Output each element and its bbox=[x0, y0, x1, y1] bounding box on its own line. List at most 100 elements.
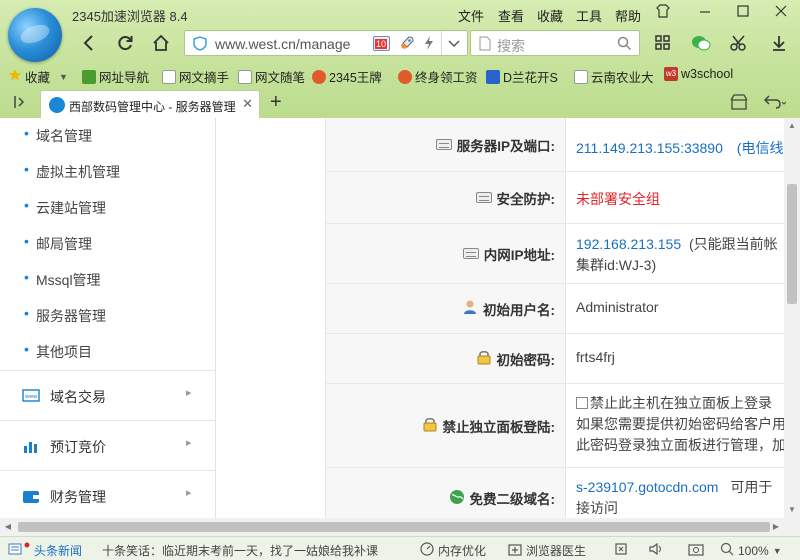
menu-tools[interactable]: 工具 bbox=[576, 6, 602, 25]
memory-optimize-button[interactable]: 内存优化 bbox=[420, 542, 486, 559]
row-label: 内网IP地址: bbox=[483, 247, 555, 263]
wechat-icon[interactable] bbox=[688, 30, 714, 56]
refresh-icon[interactable] bbox=[112, 30, 138, 56]
label-inner: 安全防护: bbox=[475, 188, 555, 208]
menu-file[interactable]: 文件 bbox=[458, 6, 484, 25]
sidebar-section-domain-trade[interactable]: www 域名交易 ▸ bbox=[0, 370, 216, 420]
bookmark-favorites[interactable]: 收藏 ▼ bbox=[8, 67, 68, 86]
server-icon bbox=[475, 192, 492, 203]
vertical-scrollbar[interactable]: ▲ ▼ bbox=[784, 118, 800, 518]
sidebar-section-finance[interactable]: 财务管理 ▸ bbox=[0, 470, 216, 518]
label-cell: 初始用户名: bbox=[326, 284, 566, 333]
sidebar-item-mssql[interactable]: Mssql管理 bbox=[24, 269, 100, 290]
back-icon[interactable] bbox=[76, 30, 102, 56]
extension-icon[interactable] bbox=[614, 542, 628, 556]
bookmark-nav[interactable]: 网址导航 bbox=[82, 67, 149, 86]
horizontal-scrollbar[interactable]: ◀ ▶ bbox=[0, 518, 784, 536]
calendar-icon[interactable]: 10 bbox=[373, 36, 390, 51]
sidebar-item-cloudsite[interactable]: 云建站管理 bbox=[24, 197, 106, 218]
close-button[interactable] bbox=[770, 3, 792, 23]
sidebar-item-vhost[interactable]: 虚拟主机管理 bbox=[24, 161, 120, 182]
menu-view[interactable]: 查看 bbox=[498, 6, 524, 25]
puzzle-icon bbox=[312, 69, 326, 84]
arrow-right-icon: ▸ bbox=[186, 387, 192, 399]
server-ip-value[interactable]: 211.149.213.155:33890 bbox=[576, 140, 723, 156]
search-box[interactable]: 搜索 bbox=[470, 30, 640, 56]
zoom-level: 100% bbox=[738, 543, 769, 558]
sidebar-item-server[interactable]: 服务器管理 bbox=[24, 305, 106, 326]
maximize-button[interactable] bbox=[732, 3, 754, 23]
tab-active[interactable]: 西部数码管理中心 - 服务器管理 ✕ bbox=[40, 90, 260, 118]
scroll-left-icon[interactable]: ◀ bbox=[0, 518, 16, 536]
bookmark-suibi[interactable]: 网文随笔 bbox=[238, 67, 305, 86]
cluster-id: 集群id:WJ-3) bbox=[576, 257, 657, 273]
bookmark-salary[interactable]: 终身领工资 bbox=[398, 67, 478, 86]
tab-close-icon[interactable]: ✕ bbox=[242, 96, 253, 112]
scroll-down-icon[interactable]: ▼ bbox=[784, 502, 800, 518]
page-icon bbox=[162, 69, 176, 84]
scroll-right-icon[interactable]: ▶ bbox=[768, 518, 784, 536]
bookmark-yunnan[interactable]: 云南农业大 bbox=[574, 67, 654, 86]
panel-note-line1: 如果您需要提供初始密码给客户用 bbox=[576, 416, 784, 432]
free-domain-value[interactable]: s-239107.gotocdn.com bbox=[576, 479, 718, 495]
vertical-scroll-thumb[interactable] bbox=[787, 184, 797, 304]
private-ip-value: 192.168.213.155 bbox=[576, 236, 682, 252]
row-label: 初始密码: bbox=[496, 352, 556, 368]
search-icon[interactable] bbox=[617, 36, 632, 54]
scissors-icon[interactable] bbox=[726, 30, 752, 56]
url-text[interactable]: www.west.cn/manage bbox=[215, 36, 365, 52]
bookmark-wenzhai[interactable]: 网文摘手 bbox=[162, 67, 229, 86]
bookmark-orchid[interactable]: D兰花开S bbox=[486, 67, 558, 86]
sidebar-section-label: 预订竞价 bbox=[50, 439, 106, 455]
menu-help[interactable]: 帮助 bbox=[615, 6, 641, 25]
address-bar[interactable]: www.west.cn/manage 10 bbox=[184, 30, 468, 56]
w3-icon: w3 bbox=[664, 67, 678, 81]
shop-icon[interactable] bbox=[730, 94, 748, 113]
lightning-icon[interactable] bbox=[423, 35, 435, 54]
svg-text:www: www bbox=[25, 394, 37, 400]
row-free-domain: 免费二级域名: s-239107.gotocdn.com 可用于 接访问 bbox=[326, 468, 784, 518]
label-inner: 初始用户名: bbox=[462, 299, 555, 319]
minimize-button[interactable] bbox=[694, 3, 716, 23]
scroll-up-icon[interactable]: ▲ bbox=[784, 118, 800, 134]
browser-doctor-button[interactable]: 浏览器医生 bbox=[508, 542, 586, 559]
zoom-control[interactable]: 100% ▼ bbox=[720, 542, 782, 559]
new-tab-button[interactable]: + bbox=[270, 91, 282, 114]
security-status[interactable]: 未部署安全组 bbox=[576, 191, 660, 207]
sidebar-item-other[interactable]: 其他项目 bbox=[24, 341, 92, 362]
browser-logo-icon bbox=[8, 8, 62, 62]
horizontal-scroll-thumb[interactable] bbox=[18, 522, 770, 532]
news-button[interactable]: 头条新闻 bbox=[8, 542, 82, 559]
browser-chrome: 2345加速浏览器 8.4 文件 查看 收藏 工具 帮助 www.west.cn… bbox=[0, 0, 800, 118]
label-inner: 初始密码: bbox=[476, 349, 556, 369]
sidebar-item-mail[interactable]: 邮局管理 bbox=[24, 233, 92, 254]
home-icon[interactable] bbox=[148, 30, 174, 56]
page-icon bbox=[574, 69, 588, 84]
username-value: Administrator bbox=[576, 299, 659, 315]
disable-panel-checkbox[interactable] bbox=[576, 397, 588, 409]
status-bar: 头条新闻 十条笑话：临近期末考前一天，找了一姑娘给我补课 内存优化 浏览器医生 … bbox=[0, 536, 800, 560]
tab-favicon bbox=[49, 97, 65, 113]
sidebar-item-domain[interactable]: 域名管理 bbox=[24, 125, 92, 146]
disable-panel-label[interactable]: 禁止此主机在独立面板上登录 bbox=[590, 395, 772, 411]
arrow-right-icon: ▸ bbox=[186, 437, 192, 449]
download-icon[interactable] bbox=[766, 30, 792, 56]
bookmark-2345[interactable]: 2345王牌 bbox=[312, 67, 382, 86]
search-placeholder: 搜索 bbox=[497, 38, 525, 54]
row-security: 安全防护: 未部署安全组 bbox=[326, 172, 784, 224]
bookmark-w3school[interactable]: w3 w3school bbox=[664, 67, 733, 81]
row-label: 免费二级域名: bbox=[469, 492, 556, 507]
chevron-down-icon[interactable] bbox=[447, 36, 461, 53]
rocket-icon[interactable] bbox=[399, 35, 415, 54]
sidebar-toggle-icon[interactable] bbox=[12, 94, 28, 113]
news-ticker[interactable]: 十条笑话：临近期末考前一天，找了一姑娘给我补课 bbox=[102, 542, 378, 559]
undo-icon[interactable] bbox=[762, 94, 787, 113]
skin-icon[interactable] bbox=[652, 3, 674, 23]
volume-icon[interactable] bbox=[648, 542, 664, 556]
apps-grid-icon[interactable] bbox=[650, 30, 676, 56]
sidebar-section-bidding[interactable]: 预订竞价 ▸ bbox=[0, 420, 216, 470]
screenshot-icon[interactable] bbox=[688, 542, 704, 556]
bar-chart-icon bbox=[22, 438, 40, 454]
menu-favorites[interactable]: 收藏 bbox=[537, 6, 563, 25]
label-cell: 安全防护: bbox=[326, 172, 566, 223]
